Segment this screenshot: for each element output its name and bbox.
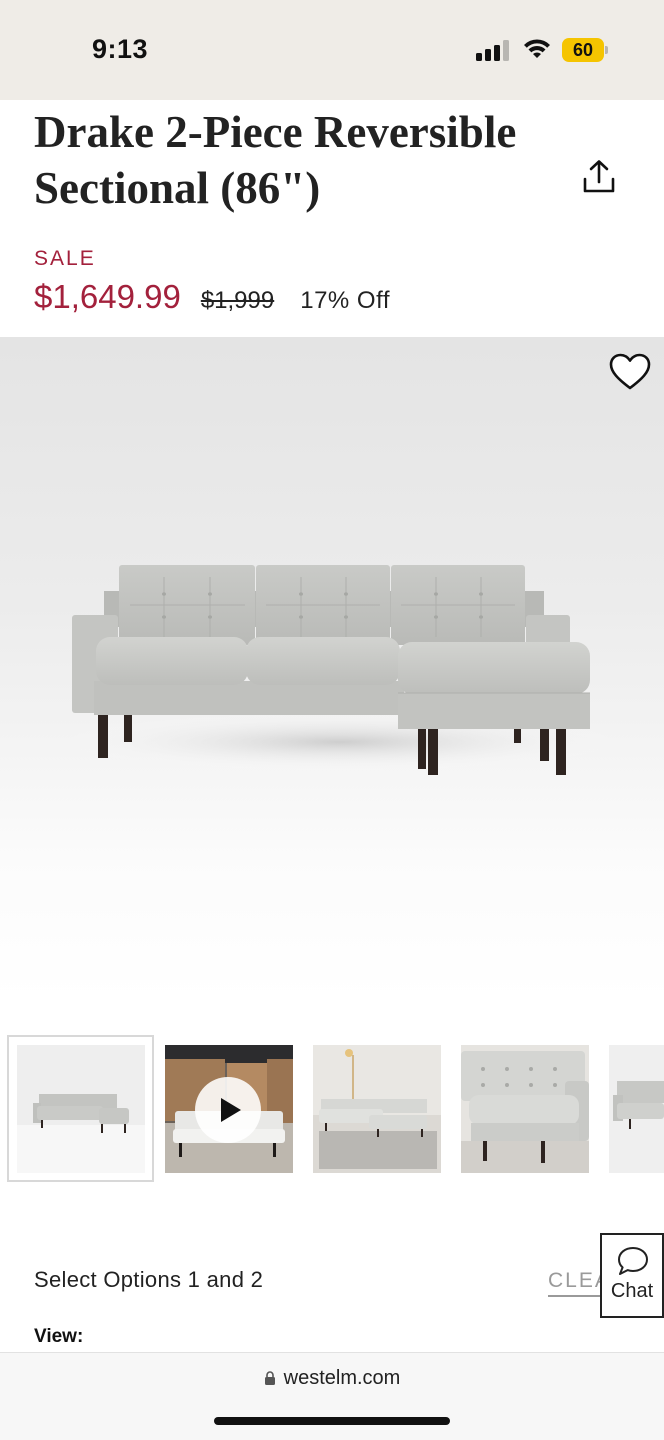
wifi-icon [524,39,550,58]
home-indicator[interactable] [214,1417,450,1425]
play-icon[interactable] [193,1075,263,1145]
status-bar: 9:13 60 [0,0,664,100]
price-row: $1,649.99 $1,999 17% Off [34,278,390,318]
thumbnail-2-video[interactable] [165,1045,293,1173]
discount-percent: 17% Off [300,287,390,314]
view-label: View: [34,1326,84,1347]
thumbnail-3[interactable] [313,1045,441,1173]
original-price: $1,999 [200,287,275,314]
clear-options-link[interactable]: CLEAR [548,1269,608,1297]
sofa-illustration [50,565,630,775]
battery-level: 60 [562,38,604,62]
thumbnail-image [313,1045,441,1173]
status-time: 9:13 [92,34,149,64]
thumbnail-image [17,1045,145,1173]
thumbnail-5[interactable] [609,1045,664,1173]
share-icon[interactable] [580,158,618,196]
product-hero-image[interactable] [0,337,664,1001]
cellular-signal-icon [476,39,510,61]
sale-label: SALE [34,247,96,270]
gallery-thumbnails [0,1035,664,1185]
lock-icon [264,1371,275,1385]
chat-label: Chat [610,1280,654,1302]
thumbnail-4[interactable] [461,1045,589,1173]
thumbnail-image [609,1045,664,1173]
battery-indicator: 60 [562,38,608,62]
select-options-heading: Select Options 1 and 2 [34,1267,264,1292]
sale-price: $1,649.99 [34,278,181,315]
browser-address-bar[interactable]: westelm.com [0,1352,664,1440]
battery-tip [605,46,608,54]
chat-button[interactable]: Chat [600,1233,664,1318]
chat-bubble-icon [618,1247,648,1275]
url-display[interactable]: westelm.com [0,1367,664,1390]
product-title: Drake 2-Piece Reversible Sectional (86") [34,107,517,213]
thumbnail-image [461,1045,589,1173]
url-text: westelm.com [283,1367,401,1389]
heart-icon[interactable] [608,352,652,392]
thumbnail-1[interactable] [17,1045,145,1173]
